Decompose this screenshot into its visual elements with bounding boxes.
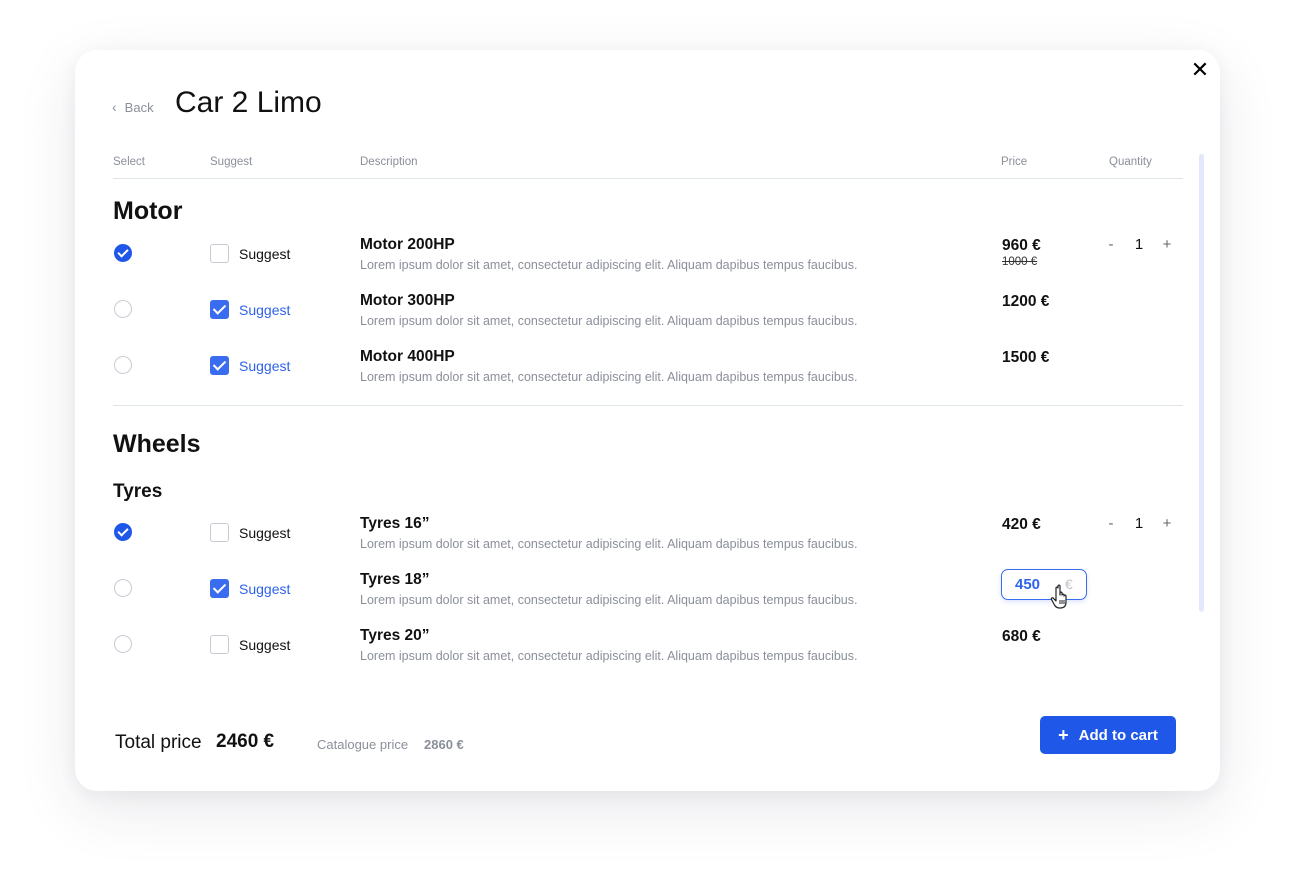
price-input-value: 450 [1015,576,1041,593]
column-select: Select [113,156,145,168]
suggest-checkbox[interactable] [210,523,229,542]
select-radio[interactable] [114,635,132,653]
item-name: Motor 400HP [360,348,455,365]
item-price: 420 € [1002,516,1041,533]
plus-icon: + [1058,724,1069,745]
item-name: Tyres 16” [360,515,430,532]
suggest-label: Suggest [239,637,291,653]
chevron-left-icon: ‹ [112,99,117,115]
table-row: Suggest Tyres 20” Lorem ipsum dolor sit … [113,627,1183,683]
back-label: Back [124,99,154,115]
quantity-stepper: - 1 + [1104,515,1174,532]
suggest-checkbox[interactable] [210,300,229,319]
item-description: Lorem ipsum dolor sit amet, consectetur … [360,649,858,663]
column-description: Description [360,156,418,168]
price-input[interactable]: 450 € [1001,569,1087,600]
add-to-cart-label: Add to cart [1078,726,1158,744]
hand-cursor-icon [1050,584,1067,609]
item-description: Lorem ipsum dolor sit amet, consectetur … [360,537,858,551]
qty-plus-button[interactable]: + [1160,236,1174,253]
select-radio[interactable] [114,300,132,318]
item-name: Motor 200HP [360,236,455,253]
item-price: 1500 € [1002,349,1050,366]
add-to-cart-button[interactable]: + Add to cart [1040,716,1176,754]
column-suggest: Suggest [210,156,253,168]
select-radio[interactable] [114,356,132,374]
item-old-price: 1000 € [1002,256,1038,268]
item-price: 960 € [1002,237,1041,254]
table-row: Suggest Tyres 16” Lorem ipsum dolor sit … [113,515,1183,571]
back-link[interactable]: ‹ Back [112,99,154,115]
item-description: Lorem ipsum dolor sit amet, consectetur … [360,370,858,384]
section-title-motor: Motor [113,197,183,225]
column-price: Price [1001,156,1028,168]
total-price-value: 2460 € [216,731,275,752]
item-name: Tyres 20” [360,627,430,644]
quantity-stepper: - 1 + [1104,236,1174,253]
suggest-checkbox[interactable] [210,579,229,598]
suggest-label: Suggest [239,525,291,541]
section-divider [113,405,1183,406]
page-title: Car 2 Limo [175,86,322,119]
suggest-label: Suggest [239,246,291,262]
suggest-checkbox[interactable] [210,635,229,654]
total-price-label: Total price [115,732,202,753]
subsection-title-tyres: Tyres [113,481,163,502]
scrollbar[interactable] [1199,154,1204,612]
suggest-label: Suggest [239,302,291,318]
table-row: Suggest Motor 200HP Lorem ipsum dolor si… [113,236,1183,292]
item-description: Lorem ipsum dolor sit amet, consectetur … [360,314,858,328]
select-radio[interactable] [114,579,132,597]
table-header: Select Suggest Description Price Quantit… [113,154,1183,179]
select-radio[interactable] [114,523,132,541]
configurator-modal: ✕ ‹ Back Car 2 Limo Select Suggest Descr… [75,50,1220,791]
suggest-checkbox[interactable] [210,356,229,375]
item-name: Tyres 18” [360,571,430,588]
close-icon[interactable]: ✕ [1190,59,1210,81]
catalogue-price-value: 2860 € [424,737,464,752]
item-description: Lorem ipsum dolor sit amet, consectetur … [360,258,858,272]
item-name: Motor 300HP [360,292,455,309]
item-price: 1200 € [1002,293,1050,310]
qty-minus-button[interactable]: - [1104,236,1118,253]
catalogue-price-label: Catalogue price [317,737,409,752]
qty-minus-button[interactable]: - [1104,515,1118,532]
select-radio[interactable] [114,244,132,262]
table-row: Suggest Tyres 18” Lorem ipsum dolor sit … [113,569,1183,627]
qty-value: 1 [1134,515,1144,532]
suggest-label: Suggest [239,358,291,374]
item-description: Lorem ipsum dolor sit amet, consectetur … [360,593,858,607]
table-row: Suggest Motor 400HP Lorem ipsum dolor si… [113,348,1183,404]
qty-plus-button[interactable]: + [1160,515,1174,532]
column-quantity: Quantity [1109,156,1152,168]
qty-value: 1 [1134,236,1144,253]
suggest-label: Suggest [239,581,291,597]
section-title-wheels: Wheels [113,430,201,458]
table-row: Suggest Motor 300HP Lorem ipsum dolor si… [113,292,1183,348]
item-price: 680 € [1002,628,1041,645]
suggest-checkbox[interactable] [210,244,229,263]
